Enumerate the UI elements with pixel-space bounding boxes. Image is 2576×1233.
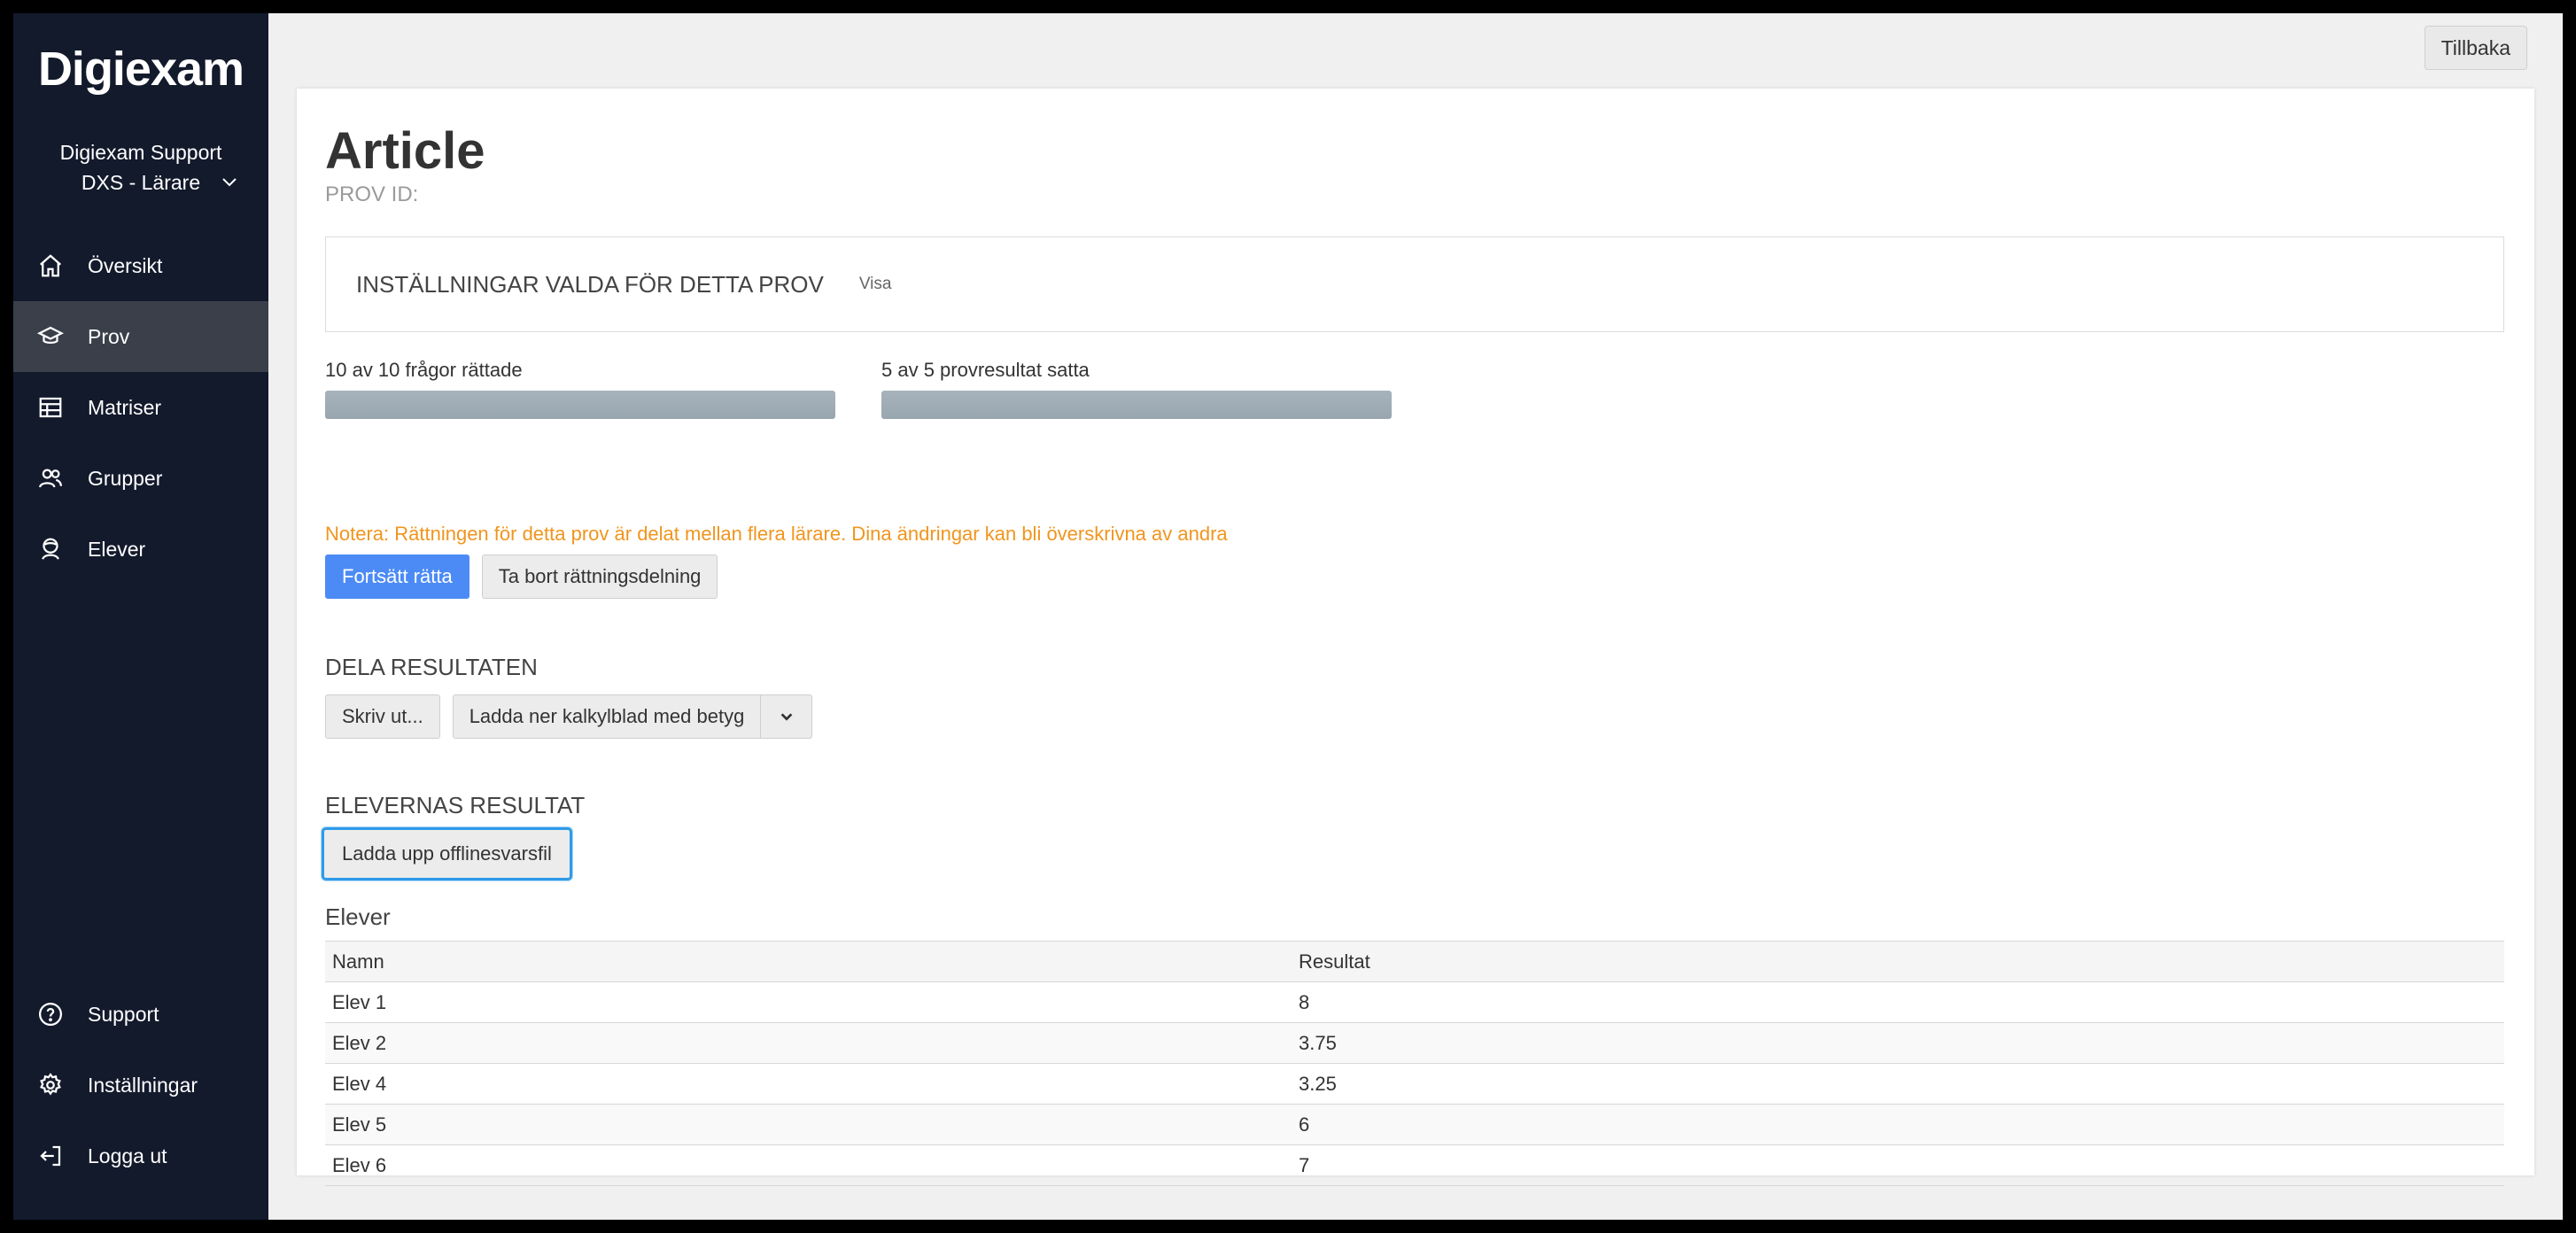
sidebar-item-elever[interactable]: Elever (13, 514, 268, 585)
logo: Digiexam (37, 43, 244, 96)
sidebar-item-label: Support (88, 1002, 159, 1026)
settings-panel: INSTÄLLNINGAR VALDA FÖR DETTA PROV Visa (325, 237, 2504, 332)
upload-offline-file-button[interactable]: Ladda upp offlinesvarsfil (322, 827, 572, 880)
column-header-result[interactable]: Resultat (1292, 941, 2504, 982)
back-button[interactable]: Tillbaka (2424, 26, 2527, 70)
download-options-button[interactable] (761, 694, 813, 739)
prov-id-label: PROV ID: (325, 182, 419, 206)
share-actions: Skriv ut... Ladda ner kalkylblad med bet… (325, 694, 813, 739)
exam-card: Article PROV ID: INSTÄLLNINGAR VALDA FÖR… (297, 89, 2534, 1186)
table-row[interactable]: Elev 6 7 (325, 1144, 2504, 1186)
table-row[interactable]: Elev 2 3.75 (325, 1022, 2504, 1064)
progress-label: 10 av 10 frågor rättade (325, 359, 523, 381)
progress-fill (325, 391, 835, 419)
progress-label: 5 av 5 provresultat satta (881, 359, 1090, 381)
sidebar: Digiexam Digiexam Support DXS - Lärare Ö… (13, 13, 268, 1220)
home-icon (36, 252, 65, 280)
progress-track (881, 391, 1392, 419)
student-name: Elev 2 (325, 1022, 1292, 1064)
student-result: 3.75 (1292, 1022, 2504, 1064)
student-name: Elev 4 (325, 1063, 1292, 1105)
student-result: 6 (1292, 1104, 2504, 1145)
sidebar-item-label: Översikt (88, 253, 163, 277)
column-header-name[interactable]: Namn (325, 941, 1292, 982)
table-row[interactable]: Elev 1 8 (325, 981, 2504, 1023)
sharing-note: Notera: Rättningen för detta prov är del… (325, 523, 1228, 545)
table-row[interactable]: Elev 4 3.25 (325, 1063, 2504, 1105)
sidebar-bottom-nav: Support Inställningar Logga ut (13, 979, 268, 1191)
student-result: 8 (1292, 981, 2504, 1023)
download-split-button: Ladda ner kalkylblad med betyg (452, 694, 813, 739)
sidebar-item-oversikt[interactable]: Översikt (13, 230, 268, 301)
student-results-title: ELEVERNAS RESULTAT (325, 792, 586, 818)
sidebar-item-label: Elever (88, 537, 146, 561)
chevron-down-icon[interactable] (221, 174, 238, 191)
progress-track (325, 391, 835, 419)
sidebar-item-grupper[interactable]: Grupper (13, 443, 268, 514)
gear-icon (36, 1071, 65, 1099)
graduation-cap-icon (36, 322, 65, 351)
students-table-title: Elever (325, 903, 391, 930)
page-title: Article (325, 122, 485, 180)
continue-grading-button[interactable]: Fortsätt rätta (325, 554, 469, 599)
sidebar-nav: Översikt Prov Matriser Grupper Elever (13, 230, 268, 585)
print-button[interactable]: Skriv ut... (325, 694, 440, 739)
settings-title: INSTÄLLNINGAR VALDA FÖR DETTA PROV (356, 270, 824, 298)
grading-actions: Fortsätt rätta Ta bort rättningsdelning (325, 554, 718, 599)
main-content: Tillbaka Article PROV ID: INSTÄLLNINGAR … (268, 13, 2563, 1220)
remove-sharing-button[interactable]: Ta bort rättningsdelning (481, 554, 718, 599)
questions-progress: 10 av 10 frågor rättade (325, 359, 835, 419)
account-name: Digiexam Support (59, 141, 222, 164)
sidebar-item-logga-ut[interactable]: Logga ut (13, 1121, 268, 1191)
student-name: Elev 1 (325, 981, 1292, 1023)
share-results-title: DELA RESULTATEN (325, 654, 538, 680)
app-window: Digiexam Digiexam Support DXS - Lärare Ö… (13, 13, 2563, 1220)
sidebar-item-label: Grupper (88, 466, 163, 490)
student-result: 7 (1292, 1144, 2504, 1186)
group-icon (36, 464, 65, 492)
student-icon (36, 535, 65, 563)
table-row[interactable]: Elev 5 6 (325, 1104, 2504, 1145)
sidebar-item-label: Prov (88, 324, 130, 348)
student-name: Elev 5 (325, 1104, 1292, 1145)
help-circle-icon (36, 1000, 65, 1028)
student-result: 3.25 (1292, 1063, 2504, 1105)
progress-fill (881, 391, 1392, 419)
sidebar-item-label: Matriser (88, 395, 162, 419)
table-icon (36, 393, 65, 422)
results-progress: 5 av 5 provresultat satta (881, 359, 1392, 419)
logout-icon (36, 1142, 65, 1170)
students-table: Namn Resultat Elev 1 8 Elev 2 3.75 Elev … (325, 941, 2504, 1186)
sidebar-item-prov[interactable]: Prov (13, 301, 268, 372)
student-name: Elev 6 (325, 1144, 1292, 1186)
sidebar-item-label: Inställningar (88, 1073, 198, 1097)
table-header-row: Namn Resultat (325, 941, 2504, 982)
sidebar-item-support[interactable]: Support (13, 979, 268, 1050)
settings-show-link[interactable]: Visa (859, 275, 892, 294)
download-spreadsheet-button[interactable]: Ladda ner kalkylblad med betyg (452, 694, 762, 739)
sidebar-item-installningar[interactable]: Inställningar (13, 1050, 268, 1121)
sidebar-item-label: Logga ut (88, 1144, 167, 1167)
chevron-down-icon (780, 713, 793, 721)
sidebar-item-matriser[interactable]: Matriser (13, 372, 268, 443)
